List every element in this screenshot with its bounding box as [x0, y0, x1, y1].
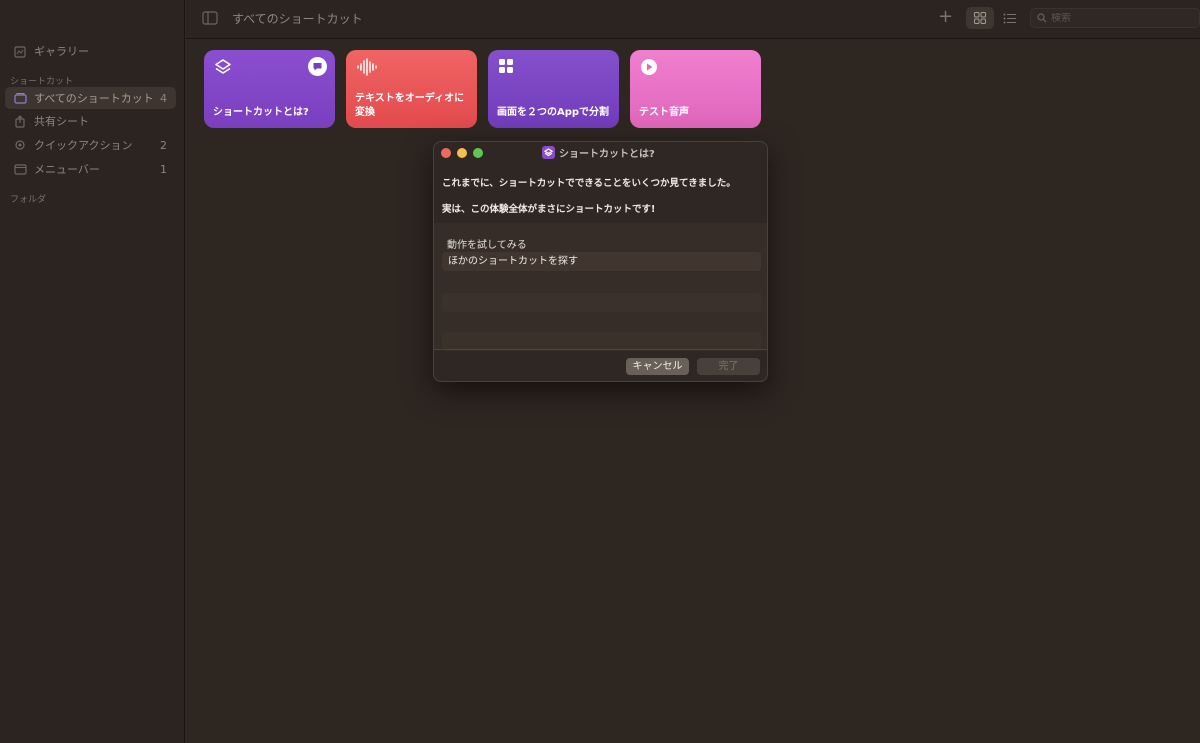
card-label: テスト音声 [639, 107, 689, 118]
all-shortcuts-icon [13, 91, 27, 105]
list-view-button[interactable] [998, 7, 1022, 29]
toolbar: すべてのショートカット + [186, 0, 1200, 39]
sidebar-item-quick-actions[interactable]: クイックアクション 2 [5, 134, 176, 156]
gallery-icon [13, 44, 27, 58]
play-circle-icon [640, 58, 658, 79]
sidebar-item-label: メニューバー [34, 163, 100, 176]
apps-grid-icon [498, 58, 514, 77]
shortcuts-layers-icon [214, 58, 232, 79]
sidebar-item-label: ギャラリー [34, 45, 89, 58]
card-label: ショートカットとは? [213, 107, 309, 118]
option-empty[interactable] [442, 293, 761, 312]
menu-bar-icon [13, 162, 27, 176]
zoom-button[interactable] [473, 148, 483, 158]
search-field[interactable] [1030, 8, 1200, 28]
sidebar-toggle-icon[interactable] [202, 10, 218, 29]
sidebar-item-count: 2 [160, 138, 167, 152]
sidebar-item-share-sheet[interactable]: 共有シート [5, 110, 176, 132]
message-bubble-icon[interactable] [308, 57, 327, 76]
grid-icon [974, 12, 986, 24]
dialog-titlebar: ショートカットとは? [434, 142, 767, 164]
sidebar-item-label: 共有シート [34, 115, 89, 128]
close-button[interactable] [441, 148, 451, 158]
option-find-more-shortcuts[interactable]: ほかのショートカットを探す [442, 252, 761, 271]
sidebar: ギャラリー ショートカット すべてのショートカット 4 共有シート クイックアク… [0, 0, 185, 743]
add-shortcut-button[interactable]: + [938, 8, 953, 26]
shortcuts-app-icon [542, 146, 555, 159]
shortcut-card-what-is-shortcuts[interactable]: ショートカットとは? [204, 50, 335, 128]
sidebar-section-shortcuts: ショートカット [10, 77, 74, 87]
sidebar-item-gallery[interactable]: ギャラリー [5, 40, 176, 62]
sidebar-item-label: すべてのショートカット [34, 92, 154, 105]
page-title: すべてのショートカット [232, 12, 363, 26]
done-button[interactable]: 完了 [697, 358, 760, 375]
dialog-message: 実は、この体験全体がまさにショートカットです! [442, 204, 656, 215]
search-input[interactable] [1051, 12, 1181, 24]
grid-view-button[interactable] [966, 7, 994, 29]
share-icon [13, 114, 27, 128]
sidebar-item-menu-bar[interactable]: メニューバー 1 [5, 158, 176, 180]
options-prompt: 動作を試してみる [447, 240, 527, 251]
minimize-button[interactable] [457, 148, 467, 158]
sidebar-section-folders: フォルダ [10, 195, 47, 205]
dialog-message: これまでに、ショートカットでできることをいくつか見てきました。 [442, 178, 736, 189]
dialog-title: ショートカットとは? [542, 145, 655, 160]
waveform-icon [356, 58, 378, 79]
sidebar-item-count: 1 [160, 162, 167, 176]
dialog-title-text: ショートカットとは? [559, 149, 655, 160]
cancel-button[interactable]: キャンセル [626, 358, 689, 375]
shortcut-dialog: ショートカットとは? これまでに、ショートカットでできることをいくつか見てきまし… [433, 141, 768, 382]
shortcut-card-test-audio[interactable]: テスト音声 [630, 50, 761, 128]
list-icon [1003, 13, 1016, 23]
search-icon [1037, 13, 1047, 23]
sidebar-item-all-shortcuts[interactable]: すべてのショートカット 4 [5, 87, 176, 109]
shortcut-card-split-screen[interactable]: 画面を２つのAppで分割 [488, 50, 619, 128]
shortcut-card-text-to-audio[interactable]: テキストをオーディオに変換 [346, 50, 477, 128]
card-label: 画面を２つのAppで分割 [497, 107, 610, 118]
sidebar-item-count: 4 [160, 91, 167, 105]
divider [434, 349, 767, 350]
sidebar-item-label: クイックアクション [34, 139, 133, 152]
card-label: テキストをオーディオに変換 [355, 93, 464, 118]
gear-icon [13, 138, 27, 152]
